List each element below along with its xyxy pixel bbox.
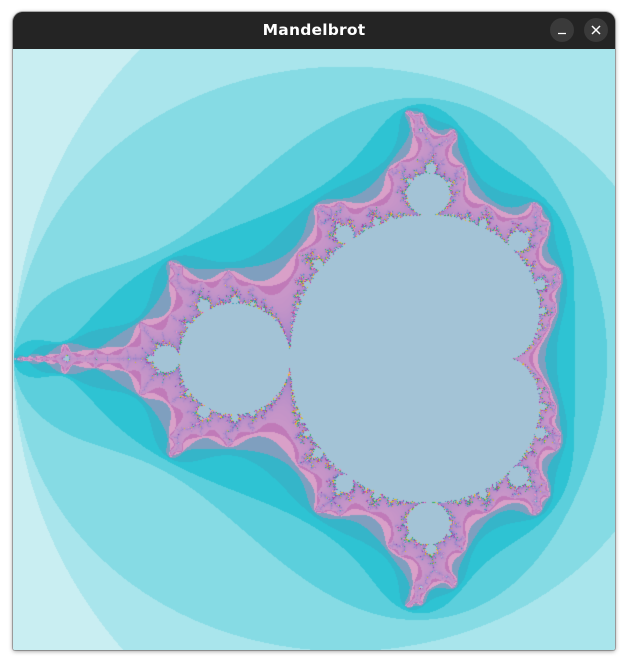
title-bar[interactable]: Mandelbrot (13, 12, 615, 49)
fractal-view[interactable] (13, 49, 615, 650)
window-title: Mandelbrot (262, 21, 366, 39)
mandelbrot-canvas[interactable] (13, 49, 615, 650)
app-window: Mandelbrot (13, 12, 615, 650)
close-button[interactable] (584, 18, 608, 42)
minimize-icon (558, 32, 566, 35)
close-icon (591, 25, 601, 35)
minimize-button[interactable] (550, 18, 574, 42)
